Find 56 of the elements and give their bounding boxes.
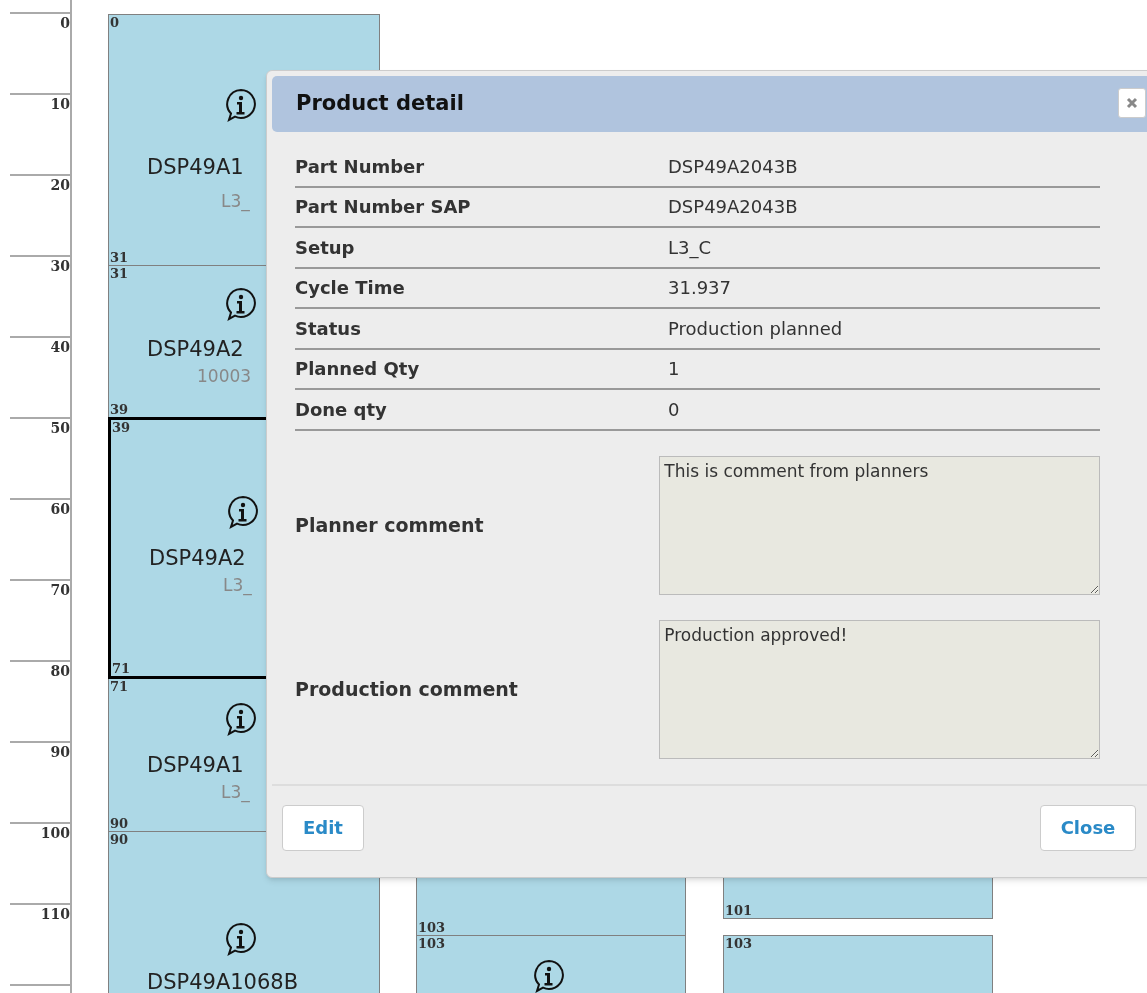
part-number: DSP49A2 [149,545,246,571]
time-tick: 60 [50,500,70,518]
comment-field[interactable]: Production approved! [659,619,1100,759]
schedule-block[interactable]: 103 [723,935,993,993]
schedule-block[interactable]: 103 [416,935,686,993]
field-value: L3_C [668,235,712,261]
time-tick: 90 [50,743,70,761]
close-button[interactable]: Close [1040,804,1136,851]
start-time: 39 [112,420,131,435]
time-tick: 100 [40,824,70,842]
start-time: 71 [110,679,129,694]
edit-button[interactable]: Edit [282,804,364,851]
end-time: 101 [725,903,753,918]
field-value: DSP49A2043B [668,195,798,220]
time-tick: 0 [60,14,70,32]
part-number: DSP49A1 [147,154,244,180]
part-number: DSP49A2 [147,336,244,362]
field-label: Setup [295,235,356,260]
field-value: DSP49A2043B [668,154,798,179]
field-value: 1 [668,357,680,382]
start-time: 0 [110,15,120,30]
part-number: DSP49A1 [147,752,244,778]
start-time: 103 [725,936,753,951]
info-speech-icon[interactable] [225,494,261,530]
field-value: Production planned [668,316,843,341]
start-time: 103 [418,936,446,951]
end-time: 31 [110,250,129,265]
end-time: 71 [112,661,131,676]
field-label: Status [295,316,362,341]
info-speech-icon[interactable] [223,87,259,123]
comment-field[interactable]: This is comment from planners [659,455,1100,595]
setup-label: L3_ [221,191,250,211]
end-time: 39 [110,402,129,417]
field-value: 0 [668,397,680,422]
time-tick: 30 [50,257,70,275]
part-number: DSP49A1068B [147,969,299,993]
info-speech-icon[interactable] [531,958,567,993]
info-speech-icon[interactable] [223,701,259,737]
start-time: 90 [110,832,129,847]
setup-label: L3_ [221,782,250,802]
time-tick: 50 [50,419,70,437]
info-speech-icon[interactable] [223,286,259,322]
setup-label: 10003 [197,366,252,386]
end-time: 103 [418,920,446,935]
end-time: 90 [110,816,129,831]
time-tick: 110 [40,905,70,923]
time-tick: 20 [50,176,70,194]
time-tick: 10 [50,95,70,113]
start-time: 31 [110,266,129,281]
info-speech-icon[interactable] [223,921,259,957]
time-tick: 70 [50,581,70,599]
time-tick: 40 [50,338,70,356]
close-icon[interactable] [1118,88,1146,118]
field-value: 31.937 [668,276,731,301]
setup-label: L3_ [223,575,252,595]
time-tick: 80 [50,662,70,680]
